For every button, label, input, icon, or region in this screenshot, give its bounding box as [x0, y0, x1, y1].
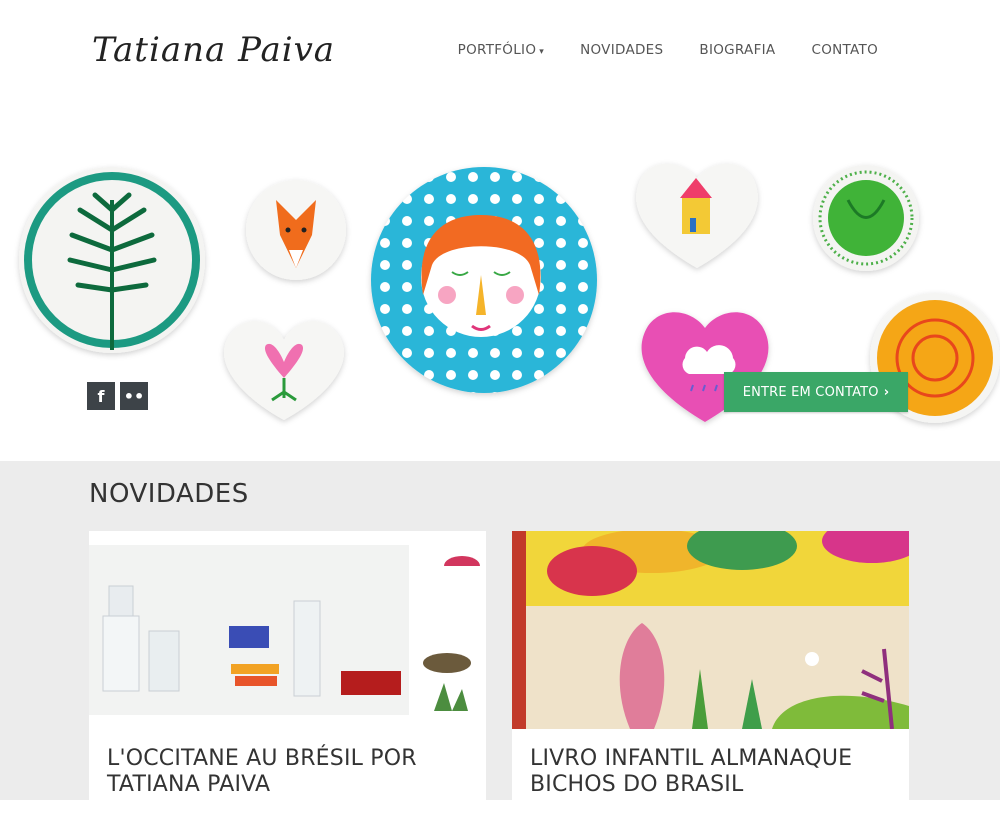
site-header: Tatiana Paiva PORTFÓLIO ▾ NOVIDADES BIOGR…: [0, 0, 1000, 100]
contact-cta-button[interactable]: ENTRE EM CONTATO ›: [724, 372, 908, 412]
nav-item-portfolio[interactable]: PORTFÓLIO ▾: [458, 42, 544, 58]
card-image[interactable]: [89, 531, 486, 729]
flower-heart-plate: [224, 320, 344, 420]
hero-banner: f •• ENTRE EM CONTATO ›: [0, 100, 1000, 461]
news-section: NOVIDADES L'OCCITANE AU BRÉSIL POR TATIA…: [0, 461, 1000, 831]
nav-item-label: PORTFÓLIO: [457, 42, 537, 58]
section-heading: NOVIDADES: [89, 479, 249, 509]
tree-plate: [19, 167, 205, 353]
nav-item-novidades[interactable]: NOVIDADES: [580, 42, 663, 58]
card-title[interactable]: L'OCCITANE AU BRÉSIL POR TATIANA PAIVA: [107, 746, 486, 798]
caret-down-icon: ▾: [539, 47, 545, 57]
face-plate: [371, 167, 597, 393]
facebook-icon[interactable]: f: [87, 382, 115, 410]
almanaque-illustration: [512, 531, 909, 729]
news-card-almanaque[interactable]: LIVRO INFANTIL ALMANAQUE BICHOS DO BRASI…: [512, 531, 909, 831]
card-title[interactable]: LIVRO INFANTIL ALMANAQUE BICHOS DO BRASI…: [530, 746, 909, 798]
news-card-loccitane[interactable]: L'OCCITANE AU BRÉSIL POR TATIANA PAIVA: [89, 531, 486, 831]
social-links: f ••: [87, 382, 148, 410]
cta-label: ENTRE EM CONTATO: [742, 384, 879, 400]
green-plate: [813, 165, 919, 271]
house-heart-plate: [636, 163, 758, 268]
main-nav: PORTFÓLIO ▾ NOVIDADES BIOGRAFIA CONTATO: [458, 42, 878, 58]
flickr-icon[interactable]: ••: [120, 382, 148, 410]
logo[interactable]: Tatiana Paiva: [92, 30, 335, 70]
fox-plate: [246, 180, 346, 280]
chevron-right-icon: ›: [883, 384, 890, 400]
card-image[interactable]: [512, 531, 909, 729]
nav-item-contato[interactable]: CONTATO: [811, 42, 878, 58]
loccitane-product-image: [89, 531, 486, 729]
nav-item-biografia[interactable]: BIOGRAFIA: [699, 42, 775, 58]
